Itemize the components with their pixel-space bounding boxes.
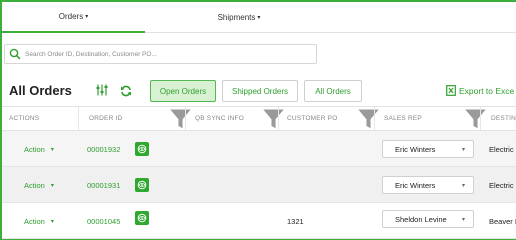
- refresh-icon[interactable]: [120, 85, 132, 97]
- column-divider: [374, 107, 375, 130]
- eye-icon: [137, 213, 147, 223]
- eye-icon: [137, 180, 147, 190]
- top-nav: Orders ▾ Shipments ▾: [2, 2, 516, 33]
- page-title: All Orders: [9, 83, 72, 98]
- destination: Electric: [489, 180, 514, 190]
- order-id-link[interactable]: 00001931: [87, 167, 120, 203]
- column-divider: [480, 107, 481, 130]
- sales-rep-value: Eric Winters: [395, 180, 436, 190]
- column-filter-icon[interactable]: [464, 107, 487, 130]
- column-filter-icon[interactable]: [262, 107, 285, 130]
- action-menu[interactable]: Action ▾: [24, 131, 54, 167]
- open-orders-button[interactable]: Open Orders: [150, 80, 216, 102]
- column-header-order-id[interactable]: ORDER ID: [89, 107, 122, 130]
- chevron-down-icon: ▾: [257, 15, 261, 21]
- view-order-button[interactable]: [135, 211, 149, 225]
- chevron-down-icon: ▾: [461, 146, 465, 153]
- column-header-customer-po[interactable]: CUSTOMER PO: [287, 107, 337, 130]
- filter-sliders-icon[interactable]: [95, 83, 109, 97]
- table-row: Action ▾ 00001045 1321 Sheldon Levine ▾ …: [2, 203, 516, 239]
- chevron-down-icon: ▾: [50, 182, 54, 189]
- export-label: Export to Exce: [459, 85, 515, 96]
- action-menu[interactable]: Action ▾: [24, 167, 54, 203]
- column-divider: [278, 107, 279, 130]
- search-icon: [9, 48, 21, 60]
- customer-po: 1321: [287, 216, 304, 226]
- sales-rep-select[interactable]: Eric Winters ▾: [382, 176, 474, 194]
- nav-tab-orders-label: Orders: [58, 12, 84, 21]
- column-filter-icon[interactable]: [357, 107, 380, 130]
- all-orders-button[interactable]: All Orders: [304, 80, 362, 102]
- chevron-down-icon: ▾: [461, 182, 465, 189]
- action-label: Action: [24, 144, 45, 154]
- export-excel-icon: [446, 85, 456, 96]
- column-filter-icon[interactable]: [169, 107, 192, 130]
- action-menu[interactable]: Action ▾: [24, 203, 54, 239]
- column-divider: [78, 107, 79, 130]
- chevron-down-icon: ▾: [50, 218, 54, 225]
- column-header-actions: ACTIONS: [9, 115, 40, 122]
- search-input[interactable]: [25, 50, 305, 58]
- chevron-down-icon: ▾: [461, 216, 465, 223]
- sales-rep-value: Eric Winters: [395, 144, 436, 154]
- eye-icon: [137, 144, 147, 154]
- chevron-down-icon: ▾: [85, 14, 89, 20]
- sales-rep-value: Sheldon Levine: [395, 214, 447, 224]
- nav-tab-shipments-label: Shipments: [217, 13, 256, 22]
- order-id-link[interactable]: 00001045: [87, 203, 120, 239]
- table-row: Action ▾ 00001931 Eric Winters ▾ Electri…: [2, 167, 516, 203]
- search-box: [4, 44, 317, 64]
- action-label: Action: [24, 216, 45, 226]
- column-header-destination[interactable]: DESTIN: [491, 107, 516, 130]
- nav-tab-shipments[interactable]: Shipments ▾: [169, 2, 309, 33]
- column-header-qb-sync-info[interactable]: QB SYNC INFO: [195, 107, 244, 130]
- column-header-sales-rep[interactable]: SALES REP: [384, 107, 422, 130]
- shipped-orders-button[interactable]: Shipped Orders: [222, 80, 298, 102]
- nav-tab-orders[interactable]: Orders ▾: [2, 2, 145, 33]
- table-row: Action ▾ 00001932 Eric Winters ▾ Electri…: [2, 131, 516, 167]
- action-label: Action: [24, 180, 45, 190]
- table-header: ACTIONS ORDER ID QB SYNC INFO CUSTOMER P…: [2, 106, 516, 131]
- export-to-excel-link[interactable]: Export to Exce: [446, 85, 514, 96]
- view-order-button[interactable]: [135, 178, 149, 192]
- destination: Beaver I: [489, 216, 516, 226]
- destination: Electric: [489, 144, 514, 154]
- view-order-button[interactable]: [135, 142, 149, 156]
- order-id-link[interactable]: 00001932: [87, 131, 120, 167]
- column-divider: [185, 107, 186, 130]
- sales-rep-select[interactable]: Eric Winters ▾: [382, 140, 474, 158]
- sales-rep-select[interactable]: Sheldon Levine ▾: [382, 210, 474, 228]
- chevron-down-icon: ▾: [50, 146, 54, 153]
